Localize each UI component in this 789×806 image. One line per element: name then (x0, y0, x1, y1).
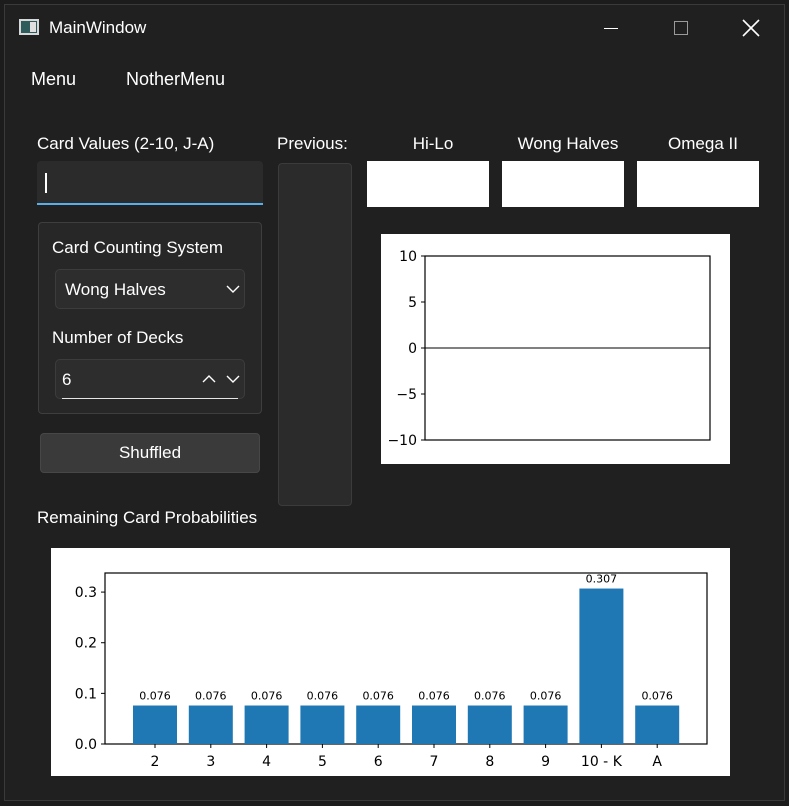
minimize-button[interactable] (591, 13, 631, 43)
bar-value-label: 0.307 (586, 573, 618, 586)
bar (188, 705, 233, 744)
card-values-label: Card Values (2-10, J-A) (37, 134, 215, 153)
y-tick-label: 0.1 (75, 686, 97, 702)
bar-value-label: 0.076 (307, 690, 339, 703)
shuffled-button[interactable]: Shuffled (40, 433, 260, 473)
app-icon (19, 19, 39, 35)
bar (300, 705, 345, 744)
window-title: MainWindow (49, 18, 147, 37)
bar (133, 705, 177, 744)
minimize-icon (604, 27, 618, 29)
x-tick-label: 9 (541, 754, 550, 770)
bar-value-label: 0.076 (530, 690, 562, 703)
omega-ii-count-field[interactable] (637, 161, 759, 207)
menu-bar: Menu NotherMenu (5, 51, 784, 91)
x-tick-label: 5 (318, 754, 327, 770)
counting-system-select[interactable]: Wong Halves (55, 269, 245, 309)
maximize-button[interactable] (661, 13, 701, 43)
bar (467, 705, 512, 744)
running-count-chart-svg: 10 5 0 −5 −10 (387, 249, 711, 449)
x-tick-label: 7 (430, 754, 439, 770)
spin-underline (62, 398, 238, 399)
running-count-chart: 10 5 0 −5 −10 (381, 234, 730, 464)
bar-value-label: 0.076 (195, 690, 227, 703)
remaining-probabilities-label: Remaining Card Probabilities (37, 508, 258, 527)
x-tick-label: 2 (151, 754, 160, 770)
wong-halves-label: Wong Halves (517, 134, 619, 153)
probability-chart: 0.0 0.1 0.2 0.3 0.076 2 0.076 3 0.076 4 0.076 5 0.07… (51, 548, 730, 776)
bar-value-label: 0.076 (139, 690, 171, 703)
main-window: MainWindow Menu NotherMenu Card Values (… (4, 4, 785, 801)
card-counting-system-label: Card Counting System (52, 238, 224, 257)
previous-label: Previous: (277, 134, 348, 153)
y-tick-label: 0.3 (75, 585, 97, 601)
menu-item-menu[interactable]: Menu (31, 69, 76, 90)
x-tick-label: 4 (262, 754, 271, 770)
y-tick-label: 0.2 (75, 636, 97, 652)
y-tick-label: 0 (408, 341, 417, 357)
menu-item-nothermenu[interactable]: NotherMenu (126, 69, 225, 90)
chevron-down-icon[interactable] (226, 374, 240, 384)
omega-ii-label: Omega II (668, 134, 738, 153)
bar-value-label: 0.076 (362, 690, 394, 703)
x-tick-label: 10 - K (581, 754, 623, 770)
bar-value-label: 0.076 (418, 690, 450, 703)
decks-spinbox[interactable]: 6 (55, 359, 245, 399)
maximize-icon (674, 21, 688, 35)
bar (412, 705, 456, 744)
y-tick-label: 0.0 (75, 737, 97, 753)
bar (523, 705, 568, 744)
y-tick-label: −5 (396, 387, 417, 403)
hilo-label: Hi-Lo (412, 134, 454, 153)
counting-system-value: Wong Halves (65, 280, 166, 299)
previous-cards-list[interactable] (278, 163, 352, 506)
hilo-count-field[interactable] (367, 161, 489, 207)
x-tick-label: 8 (485, 754, 494, 770)
bar (635, 705, 680, 744)
close-icon (742, 19, 760, 37)
bar-value-label: 0.076 (474, 690, 506, 703)
title-bar[interactable]: MainWindow (5, 5, 784, 51)
x-tick-label: 3 (206, 754, 215, 770)
card-values-input[interactable] (37, 161, 263, 205)
probability-chart-svg: 0.0 0.1 0.2 0.3 0.076 2 0.076 3 0.076 4 0.076 5 0.07… (75, 572, 708, 770)
bar-value-label: 0.076 (251, 690, 283, 703)
wong-halves-count-field[interactable] (502, 161, 624, 207)
decks-value: 6 (62, 370, 72, 389)
chevron-down-icon (226, 285, 240, 293)
number-of-decks-label: Number of Decks (52, 328, 184, 347)
x-tick-label: A (652, 754, 662, 770)
x-tick-label: 6 (374, 754, 383, 770)
close-button[interactable] (731, 13, 771, 43)
chevron-up-icon[interactable] (202, 374, 216, 384)
y-tick-label: −10 (387, 433, 417, 449)
bar (244, 705, 289, 744)
y-tick-label: 10 (399, 249, 417, 265)
bar (579, 588, 624, 744)
bar-value-label: 0.076 (641, 690, 673, 703)
text-caret (45, 173, 47, 193)
bar (356, 705, 401, 744)
y-tick-label: 5 (408, 295, 417, 311)
